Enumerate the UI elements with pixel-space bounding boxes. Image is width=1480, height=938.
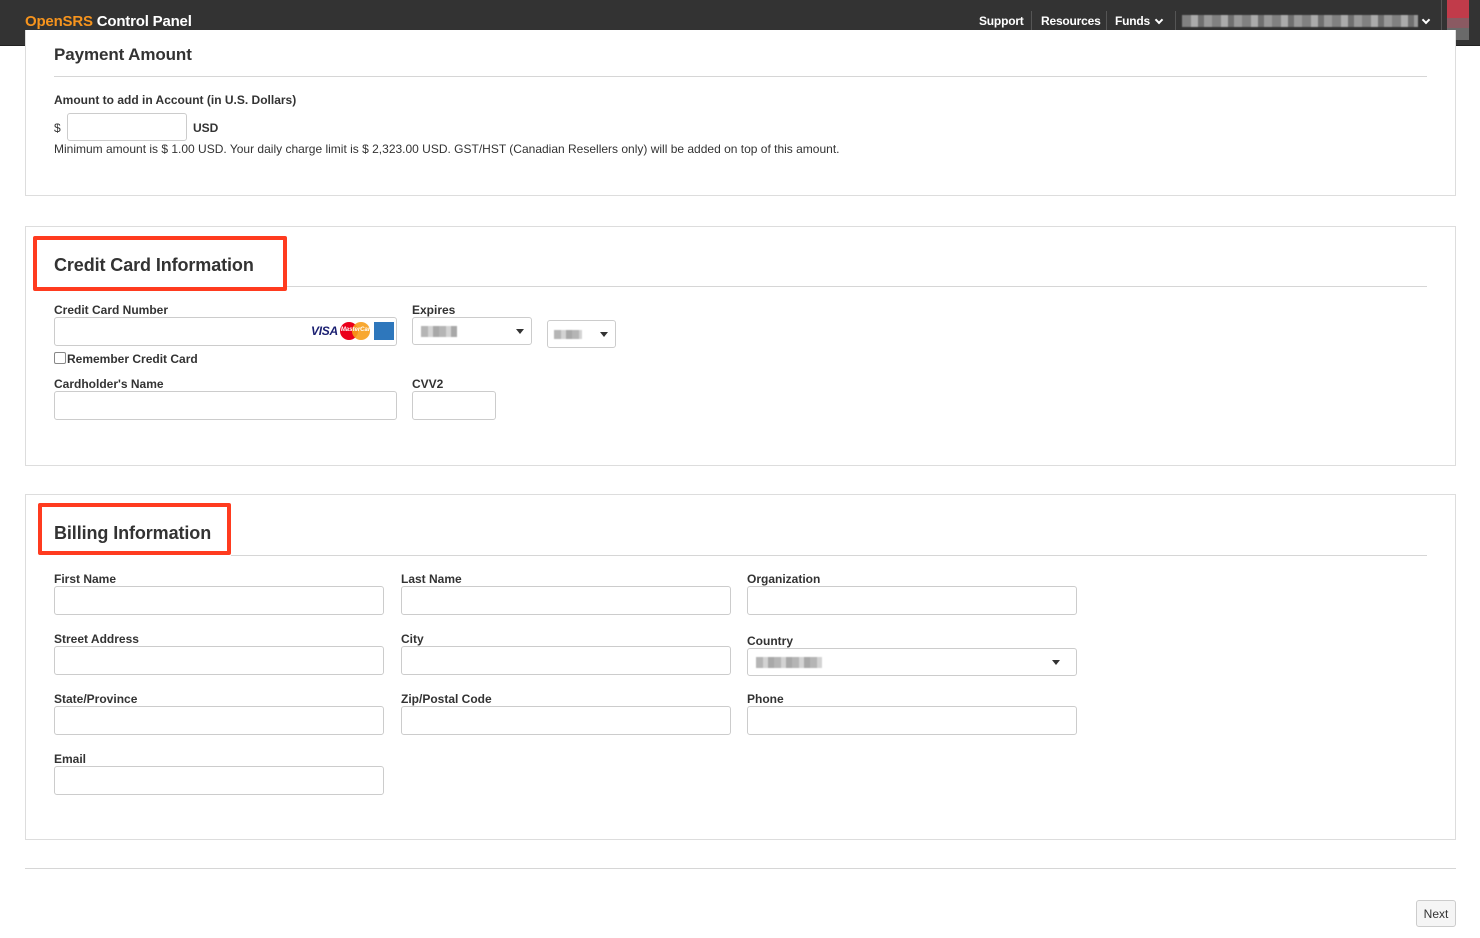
nav-support-link[interactable]: Support [979, 14, 1024, 28]
last-name-input[interactable] [401, 586, 731, 615]
country-label: Country [747, 634, 793, 648]
nav-funds-label: Funds [1115, 14, 1150, 28]
state-province-input[interactable] [54, 706, 384, 735]
card-number-label: Credit Card Number [54, 303, 169, 317]
currency-symbol: $ [54, 121, 61, 135]
amount-label: Amount to add in Account (in U.S. Dollar… [54, 93, 297, 107]
accepted-cards: VISA MasterCard [311, 322, 394, 340]
redacted-value [421, 326, 457, 337]
billing-title: Billing Information [54, 523, 212, 543]
brand-name-opensrs: OpenSRS [25, 13, 93, 30]
cardholder-name-label: Cardholder's Name [54, 377, 164, 391]
payment-amount-title: Payment Amount [54, 45, 192, 64]
cvv-label: CVV2 [412, 377, 444, 391]
email-label: Email [54, 752, 87, 766]
state-province-label: State/Province [54, 692, 138, 706]
organization-label: Organization [747, 572, 821, 586]
amount-input[interactable] [67, 113, 187, 141]
expiry-year-select[interactable] [547, 320, 616, 348]
amount-limit-note: Minimum amount is $ 1.00 USD. Your daily… [54, 142, 840, 156]
nav-resources-link[interactable]: Resources [1041, 14, 1101, 28]
country-select[interactable] [747, 648, 1077, 676]
phone-label: Phone [747, 692, 784, 706]
caret-down-icon [600, 332, 608, 337]
next-button[interactable]: Next [1416, 900, 1456, 927]
visa-icon: VISA [311, 324, 338, 338]
section-divider [287, 286, 1427, 287]
mastercard-icon: MasterCard [339, 322, 374, 340]
nav-funds-menu[interactable]: Funds [1115, 14, 1164, 28]
brand-name-control-panel: Control Panel [92, 13, 192, 30]
city-input[interactable] [401, 646, 731, 675]
last-name-label: Last Name [401, 572, 462, 586]
app-logo[interactable]: OpenSRS Control Panel [25, 13, 192, 30]
payment-amount-panel [25, 30, 1456, 196]
chevron-down-icon [1154, 15, 1164, 25]
zip-code-input[interactable] [401, 706, 731, 735]
amex-icon [373, 322, 394, 340]
organization-input[interactable] [747, 586, 1077, 615]
user-account-menu-redacted[interactable] [1182, 15, 1418, 27]
chevron-down-icon[interactable] [1421, 15, 1431, 25]
section-divider [54, 76, 1427, 77]
caret-down-icon [1052, 660, 1060, 665]
email-input[interactable] [54, 766, 384, 795]
section-divider [231, 555, 1427, 556]
footer-divider [25, 868, 1456, 869]
cardholder-name-input[interactable] [54, 391, 397, 420]
caret-down-icon [516, 329, 524, 334]
city-label: City [401, 632, 424, 646]
first-name-label: First Name [54, 572, 117, 586]
remember-card-checkbox[interactable] [54, 352, 66, 364]
redacted-value [756, 657, 822, 668]
expiry-month-select[interactable] [412, 317, 532, 345]
credit-card-title: Credit Card Information [54, 255, 254, 275]
zip-code-label: Zip/Postal Code [401, 692, 492, 706]
currency-code: USD [193, 121, 219, 135]
street-address-label: Street Address [54, 632, 139, 646]
cvv-input[interactable] [412, 391, 496, 420]
street-address-input[interactable] [54, 646, 384, 675]
redacted-value [554, 330, 582, 339]
expires-label: Expires [412, 303, 456, 317]
remember-card-label[interactable]: Remember Credit Card [67, 352, 198, 366]
phone-input[interactable] [747, 706, 1077, 735]
first-name-input[interactable] [54, 586, 384, 615]
